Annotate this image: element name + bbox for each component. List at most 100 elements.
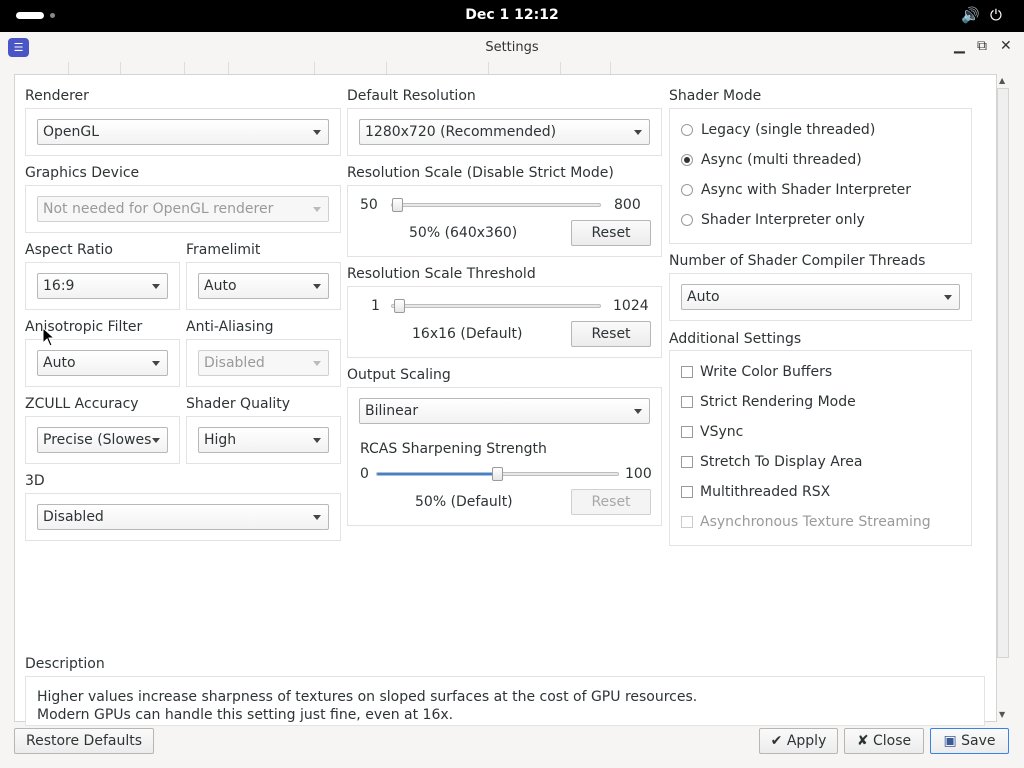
additional-setting-checkbox[interactable] (681, 486, 693, 498)
default-resolution-value: 1280x720 (Recommended) (365, 124, 557, 140)
slider-handle[interactable] (492, 467, 503, 481)
shader-quality-select[interactable]: High (198, 427, 329, 453)
zcull-accuracy-value: Precise (Slowes (43, 432, 152, 448)
compiler-threads-value: Auto (687, 289, 720, 305)
shader-mode-option-label[interactable]: Shader Interpreter only (701, 212, 865, 228)
description-line: Higher values increase sharpness of text… (37, 689, 698, 705)
shader-mode-option-label[interactable]: Async (multi threaded) (701, 152, 862, 168)
clock[interactable]: Dec 1 12:12 (0, 7, 1024, 23)
shader-quality-value: High (204, 432, 237, 448)
save-label: Save (961, 733, 996, 749)
shader-mode-option-label[interactable]: Async with Shader Interpreter (701, 182, 911, 198)
chevron-down-icon (313, 130, 321, 135)
save-button[interactable]: ▣ Save (930, 728, 1009, 754)
chevron-down-icon (152, 361, 160, 366)
chevron-down-icon (313, 361, 321, 366)
additional-setting-label[interactable]: Write Color Buffers (700, 364, 832, 380)
renderer-select[interactable]: OpenGL (37, 119, 329, 145)
additional-setting-checkbox[interactable] (681, 456, 693, 468)
resolution-scale-slider[interactable] (391, 198, 601, 212)
resolution-scale-label: Resolution Scale (Disable Strict Mode) (347, 165, 614, 181)
apply-label: Apply (786, 733, 827, 749)
chevron-down-icon (634, 409, 642, 414)
shader-mode-label: Shader Mode (669, 88, 762, 104)
tab-strip (14, 62, 614, 74)
additional-settings-label: Additional Settings (669, 331, 802, 347)
3d-select[interactable]: Disabled (37, 504, 329, 530)
close-label: Close (873, 733, 912, 749)
apply-button[interactable]: ✔ Apply (759, 728, 838, 754)
minimize-button[interactable]: ▁ (954, 38, 965, 54)
close-button[interactable]: ✘ Close (844, 728, 924, 754)
rcas-reset-button[interactable]: Reset (571, 489, 651, 515)
tab-divider (68, 62, 69, 74)
renderer-label: Renderer (25, 88, 89, 104)
zcull-accuracy-select[interactable]: Precise (Slowes (37, 427, 168, 453)
restore-defaults-button[interactable]: Restore Defaults (14, 728, 154, 754)
resolution-scale-min: 50 (360, 197, 378, 213)
compiler-threads-select[interactable]: Auto (681, 284, 960, 310)
graphics-device-select[interactable]: Not needed for OpenGL renderer (37, 196, 329, 222)
shader-mode-option-label[interactable]: Legacy (single threaded) (701, 122, 875, 138)
additional-setting-checkbox[interactable] (681, 366, 693, 378)
resolution-scale-value: 50% (640x360) (409, 225, 518, 241)
tab-divider (560, 62, 561, 74)
chevron-down-icon (944, 295, 952, 300)
anti-aliasing-value: Disabled (204, 355, 265, 371)
tab-divider (228, 62, 229, 74)
chevron-down-icon (313, 207, 321, 212)
rcas-slider[interactable] (376, 467, 619, 481)
anti-aliasing-select[interactable]: Disabled (198, 350, 329, 376)
scrollbar-thumb[interactable] (997, 88, 1009, 658)
chevron-down-icon (152, 284, 160, 289)
volume-icon[interactable]: 🔊 (961, 6, 980, 24)
vertical-scrollbar[interactable]: ▲ ▼ (997, 74, 1009, 722)
tab-divider (610, 62, 611, 74)
default-resolution-select[interactable]: 1280x720 (Recommended) (359, 119, 650, 145)
additional-setting-label[interactable]: Multithreaded RSX (700, 484, 830, 500)
mouse-pointer-icon (42, 327, 56, 347)
chevron-down-icon (634, 130, 642, 135)
power-icon[interactable]: ⏻ (990, 6, 1002, 24)
additional-setting-label[interactable]: Strict Rendering Mode (700, 394, 856, 410)
resolution-scale-reset-button[interactable]: Reset (571, 220, 651, 246)
shader-mode-radio[interactable] (681, 184, 693, 196)
3d-value: Disabled (43, 509, 104, 525)
close-window-button[interactable]: ✕ (1000, 38, 1012, 54)
output-scaling-value: Bilinear (365, 403, 419, 419)
shader-mode-radio[interactable] (681, 124, 693, 136)
aspect-ratio-select[interactable]: 16:9 (37, 273, 168, 299)
scroll-down-icon[interactable]: ▼ (999, 710, 1005, 719)
scroll-up-icon[interactable]: ▲ (999, 76, 1005, 85)
scale-threshold-slider[interactable] (391, 299, 601, 313)
3d-label: 3D (25, 473, 45, 489)
chevron-down-icon (313, 515, 321, 520)
framelimit-select[interactable]: Auto (198, 273, 329, 299)
additional-setting-checkbox[interactable] (681, 426, 693, 438)
shader-quality-label: Shader Quality (186, 396, 291, 412)
scale-threshold-value: 16x16 (Default) (412, 326, 523, 342)
x-icon: ✘ (856, 733, 874, 749)
graphics-device-label: Graphics Device (25, 165, 140, 181)
tab-divider (488, 62, 489, 74)
additional-setting-label[interactable]: Asynchronous Texture Streaming (700, 514, 931, 530)
additional-setting-checkbox[interactable] (681, 396, 693, 408)
maximize-button[interactable]: ⧉ (977, 38, 987, 54)
slider-handle[interactable] (394, 299, 405, 313)
shader-mode-radio[interactable] (681, 154, 693, 166)
default-resolution-label: Default Resolution (347, 88, 476, 104)
chevron-down-icon (313, 284, 321, 289)
output-scaling-select[interactable]: Bilinear (359, 398, 650, 424)
framelimit-label: Framelimit (186, 242, 261, 258)
scale-threshold-reset-button[interactable]: Reset (571, 321, 651, 347)
additional-setting-label[interactable]: Stretch To Display Area (700, 454, 862, 470)
anisotropic-filter-select[interactable]: Auto (37, 350, 168, 376)
tab-divider (184, 62, 185, 74)
additional-setting-label[interactable]: VSync (700, 424, 743, 440)
additional-setting-checkbox[interactable] (681, 516, 693, 528)
shader-mode-radio[interactable] (681, 214, 693, 226)
scale-threshold-max: 1024 (613, 298, 649, 314)
scale-threshold-label: Resolution Scale Threshold (347, 266, 536, 282)
description-box: Higher values increase sharpness of text… (25, 676, 985, 726)
slider-handle[interactable] (392, 198, 403, 212)
